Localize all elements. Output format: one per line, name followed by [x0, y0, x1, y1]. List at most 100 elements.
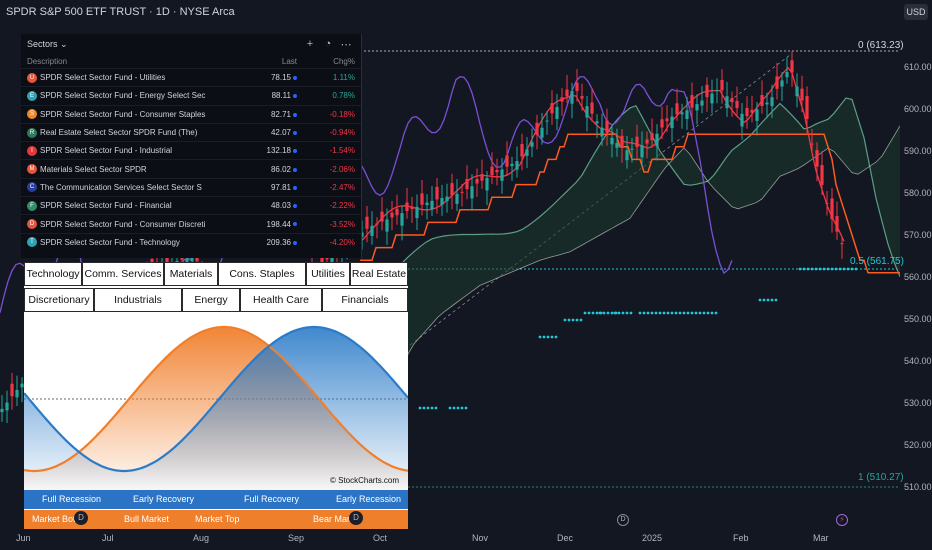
candle-body: [15, 389, 19, 398]
y-axis-label: 510.00: [904, 482, 932, 492]
candle-body: [635, 136, 639, 147]
add-icon[interactable]: +: [301, 38, 319, 50]
phase-full-recession: Full Recession: [42, 494, 102, 504]
indicator-dot: [418, 406, 422, 410]
indicator-dot: [698, 311, 702, 315]
change-percent: -3.52%: [329, 219, 355, 229]
candle-body: [770, 97, 774, 107]
phase-market-top: Market Top: [195, 514, 240, 524]
watchlist-row[interactable]: R Real Estate Select Sector SPDR Fund (Th…: [21, 122, 361, 141]
column-description[interactable]: Description: [27, 57, 245, 66]
watchlist-row[interactable]: T SPDR Select Sector Fund - Technology 209…: [21, 232, 361, 251]
watchlist-row[interactable]: F SPDR Select Sector Fund - Financial 48.0…: [21, 196, 361, 214]
lightning-event-icon[interactable]: ⚡: [836, 514, 848, 526]
column-last[interactable]: Last: [245, 57, 297, 66]
watchlist-row[interactable]: E SPDR Select Sector Fund - Energy Select…: [21, 86, 361, 104]
sector-logo-icon: E: [27, 90, 37, 101]
candle-body: [800, 88, 804, 101]
y-axis-label: 590.00: [904, 146, 932, 156]
candle-body: [485, 177, 489, 191]
last-price: 82.71: [245, 110, 297, 119]
last-price: 48.03: [245, 201, 297, 210]
indicator-dot: [826, 267, 830, 271]
phase-bull-market: Bull Market: [124, 514, 170, 524]
change-percent: -2.06%: [329, 164, 355, 174]
candle-body: [470, 186, 474, 199]
watchlist-row[interactable]: I SPDR Select Sector Fund - Industrial 132…: [21, 141, 361, 159]
indicator-dot: [686, 311, 690, 315]
dividend-marker-icon[interactable]: D: [617, 514, 629, 526]
phase-bear-market: Bear Market: [313, 514, 351, 524]
candle-body: [815, 150, 819, 167]
candle-body: [625, 150, 629, 161]
indicator-dot: [682, 311, 686, 315]
indicator-dot: [430, 406, 434, 410]
candle-body: [745, 107, 749, 117]
candle-body: [620, 135, 624, 148]
x-axis-label: Jul: [102, 533, 114, 543]
indicator-dot: [714, 311, 718, 315]
symbol-title[interactable]: SPDR S&P 500 ETF TRUST · 1D · NYSE Arca: [6, 6, 235, 18]
watchlist-row[interactable]: U SPDR Select Sector Fund - Utilities 78.1…: [21, 68, 361, 86]
currency-button[interactable]: USD: [904, 4, 928, 20]
candle-body: [375, 223, 379, 225]
indicator-dot: [658, 311, 662, 315]
candle-body: [545, 120, 549, 122]
tab-health-care: Health Care: [240, 288, 322, 312]
candle-body: [795, 86, 799, 97]
candle-body: [765, 102, 769, 105]
candle-body: [700, 100, 704, 106]
tab-materials: Materials: [164, 262, 218, 286]
indicator-dot: [546, 335, 550, 339]
x-axis-label: Oct: [373, 533, 388, 543]
candle-body: [5, 402, 9, 411]
candle-body: [835, 216, 839, 232]
last-price: 78.15: [245, 73, 297, 82]
candle-body: [610, 137, 614, 145]
indicator-dot: [758, 298, 762, 302]
indicator-dot: [774, 298, 778, 302]
watchlist-row[interactable]: C The Communication Services Select Secto…: [21, 177, 361, 196]
indicator-dot: [610, 311, 614, 315]
clock-icon[interactable]: ◔: [319, 38, 337, 50]
candle-body: [490, 166, 494, 176]
sector-logo-icon: R: [27, 127, 37, 138]
indicator-dot: [642, 311, 646, 315]
candle-body: [395, 208, 399, 216]
candle-body: [825, 203, 829, 205]
candle-body: [420, 193, 424, 205]
candle-body: [660, 119, 664, 128]
change-percent: -4.20%: [329, 237, 355, 247]
indicator-dot: [567, 318, 571, 322]
watchlist-row[interactable]: D SPDR Select Sector Fund - Consumer Disc…: [21, 214, 361, 232]
dividend-marker-icon[interactable]: D: [349, 511, 363, 525]
sectors-watchlist: Sectors ⌄ + ◔ ⋯ Description Last Chg% US…: [21, 34, 362, 258]
sector-name: SPDR Select Sector Fund - Energy Select …: [40, 91, 206, 101]
candle-body: [370, 225, 374, 236]
dividend-marker-icon[interactable]: D: [74, 511, 88, 525]
column-chg[interactable]: Chg%: [297, 57, 355, 66]
candle-body: [0, 408, 4, 413]
candle-body: [735, 100, 739, 108]
indicator-dot: [583, 311, 587, 315]
candle-body: [440, 198, 444, 205]
more-icon[interactable]: ⋯: [337, 38, 355, 51]
indicator-dot: [690, 311, 694, 315]
indicator-dot: [822, 267, 826, 271]
watchlist-row[interactable]: M Materials Select Sector SPDR 86.02 -2.06%: [21, 159, 361, 177]
indicator-dot: [798, 267, 802, 271]
candle-body: [380, 211, 384, 222]
x-axis-label: Dec: [557, 533, 574, 543]
y-axis-label: 530.00: [904, 398, 932, 408]
candle-body: [515, 161, 519, 170]
watchlist-row[interactable]: S SPDR Select Sector Fund - Consumer Stap…: [21, 104, 361, 123]
sector-logo-icon: M: [27, 164, 37, 175]
candle-body: [615, 142, 619, 148]
indicator-dot: [674, 311, 678, 315]
watchlist-title-dropdown[interactable]: Sectors ⌄: [27, 39, 301, 50]
candle-body: [590, 102, 594, 114]
indicator-dot: [646, 311, 650, 315]
sector-name: The Communication Services Select Sector…: [40, 182, 202, 192]
candle-body: [750, 109, 754, 113]
indicator-dot: [595, 311, 599, 315]
